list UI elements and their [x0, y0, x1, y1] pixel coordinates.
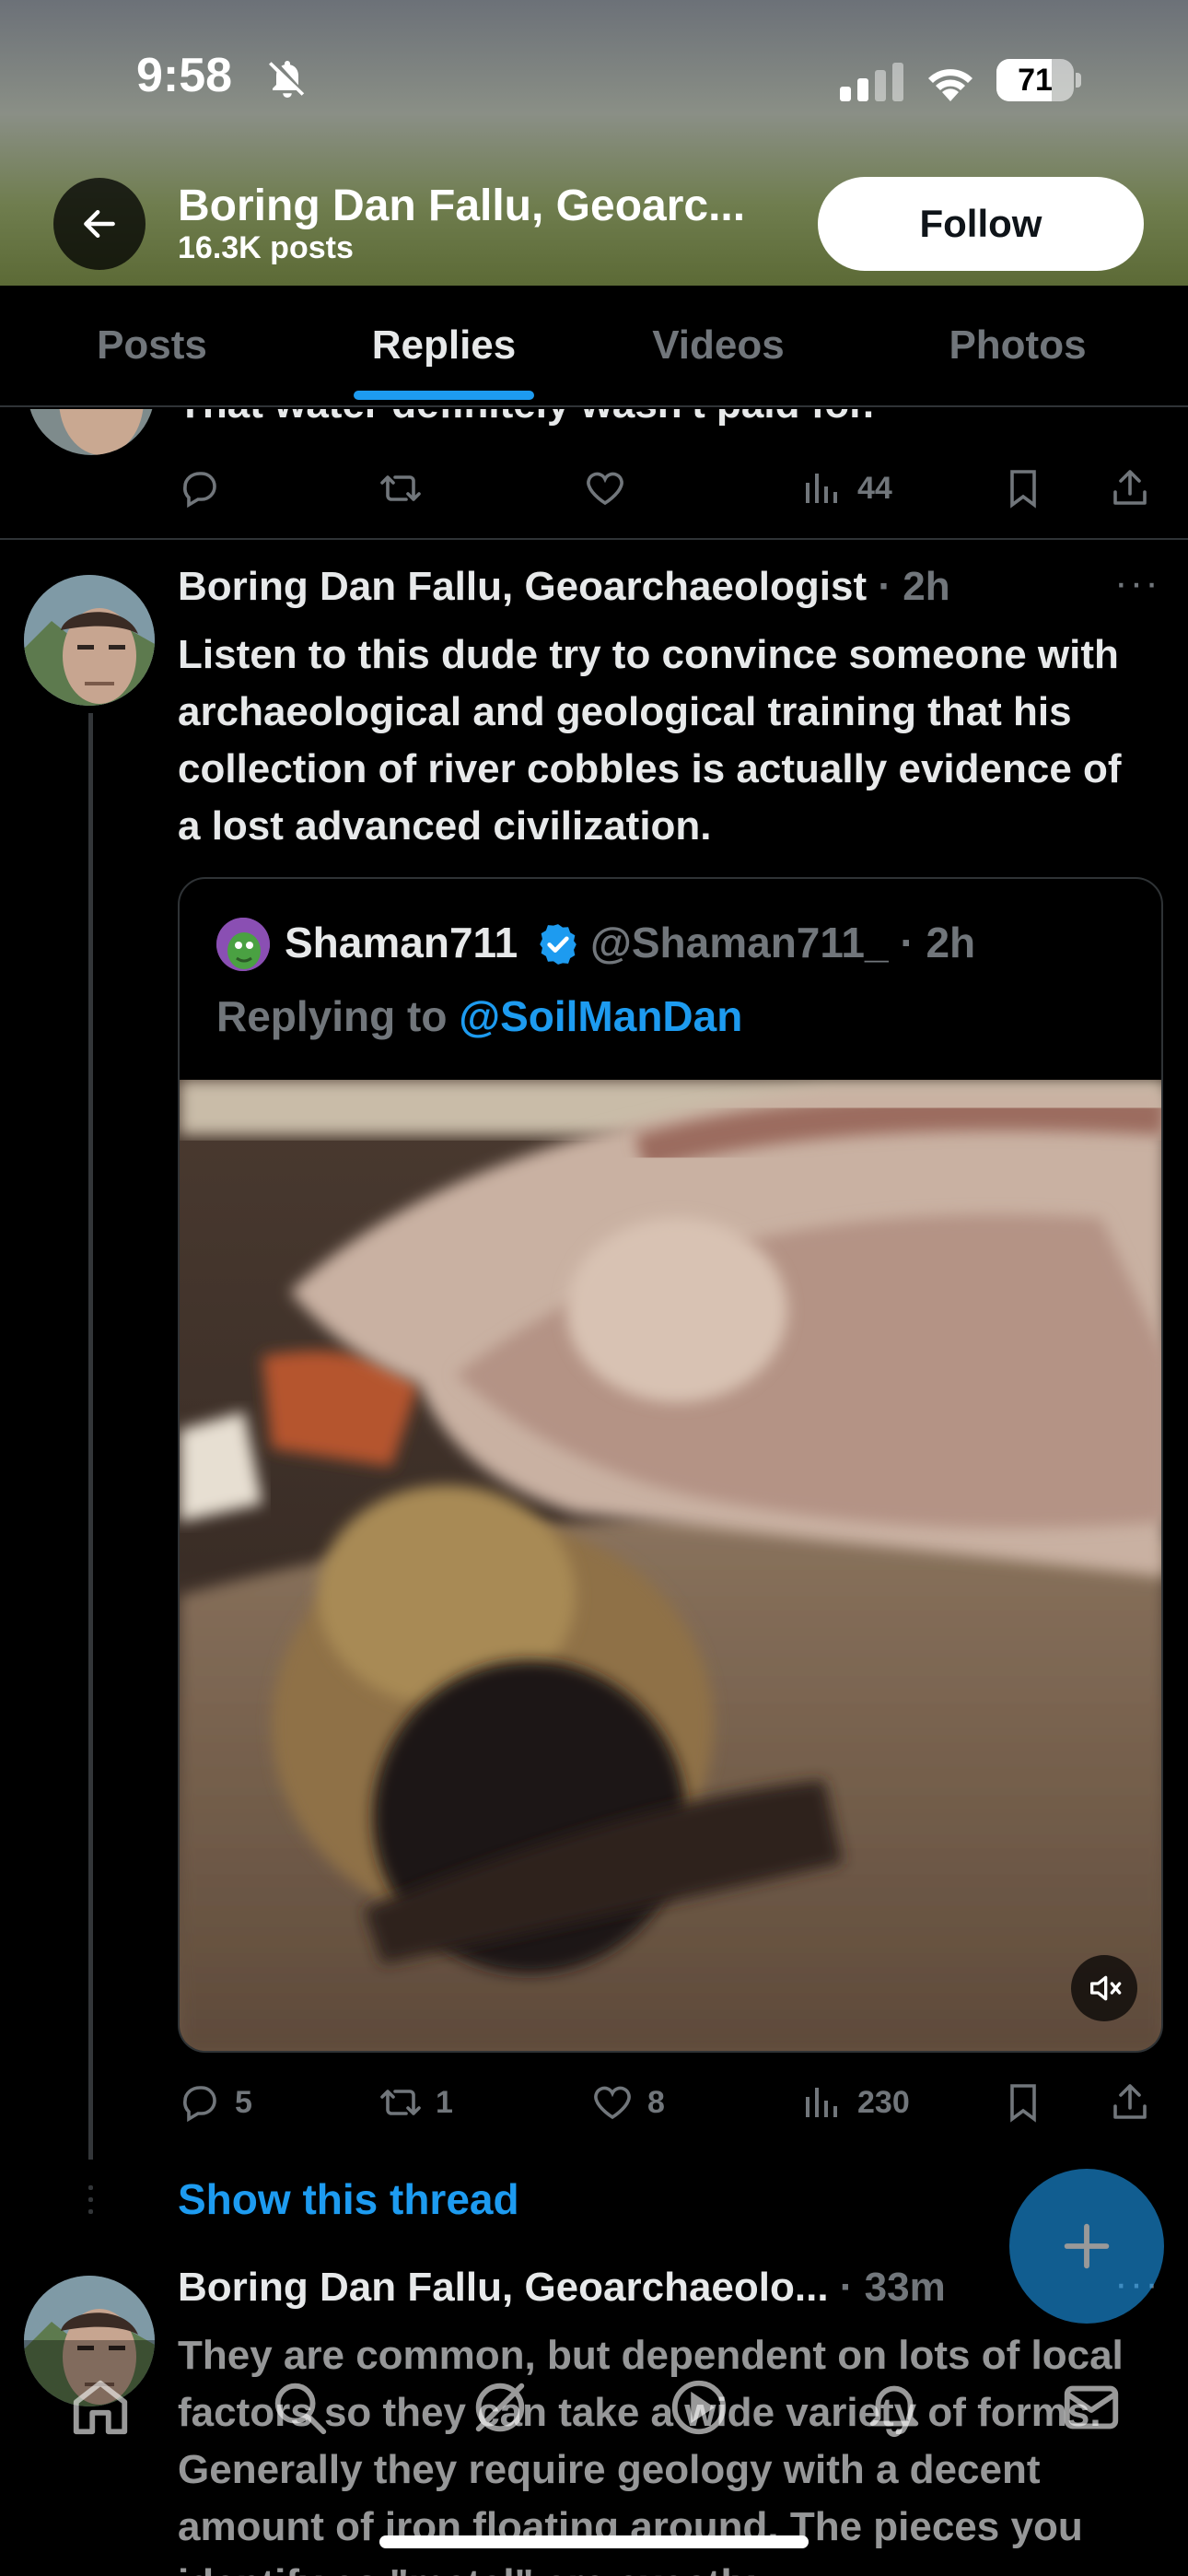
- messages-icon[interactable]: [1059, 2375, 1124, 2440]
- repost-icon: [380, 2090, 421, 2115]
- tab-photos[interactable]: Photos: [903, 286, 1133, 407]
- back-arrow-icon: [84, 209, 115, 239]
- video-player[interactable]: [180, 1080, 1161, 2051]
- post-text: That water definitely wasn't paid for.: [178, 409, 874, 427]
- verified-icon: [540, 924, 577, 965]
- compose-button[interactable]: [1009, 2169, 1164, 2324]
- post-text: Listen to this dude try to convince some…: [178, 632, 1122, 849]
- post-header: Boring Dan Fallu, Geoarchaeolo... · 33m: [178, 2265, 946, 2311]
- share-icon: [1113, 470, 1147, 505]
- quoted-author-handle: @Shaman711_ · 2h: [590, 919, 976, 966]
- search-icon[interactable]: [267, 2375, 332, 2440]
- mute-button[interactable]: [1071, 1955, 1137, 2021]
- more-options-icon[interactable]: ···: [1114, 560, 1160, 606]
- compose-plus-icon: [1064, 2223, 1110, 2269]
- share-button[interactable]: [1108, 2075, 1152, 2130]
- views-button[interactable]: 44: [800, 461, 892, 516]
- reply-button[interactable]: [178, 461, 222, 516]
- avatar[interactable]: [28, 409, 155, 455]
- views-count: 44: [857, 470, 892, 506]
- status-time: 9:58: [136, 49, 233, 102]
- follow-button[interactable]: Follow: [818, 177, 1144, 271]
- thread-line: [88, 713, 93, 2160]
- views-count: 230: [857, 2084, 910, 2120]
- repost-count: 1: [436, 2084, 453, 2120]
- post-time: · 2h: [878, 564, 950, 609]
- video-frame: [180, 1080, 1161, 2051]
- post-count: 16.3K posts: [178, 230, 354, 265]
- replying-to: Replying to @SoilManDan: [216, 991, 742, 1041]
- author-name[interactable]: Boring Dan Fallu, Geoarchaeolo...: [178, 2265, 829, 2310]
- replying-to-label: Replying to: [216, 992, 448, 1040]
- back-button[interactable]: [53, 178, 146, 270]
- home-indicator: [379, 2535, 809, 2548]
- share-button[interactable]: [1108, 461, 1152, 516]
- profile-tabs: Posts Replies Videos Photos: [0, 286, 1188, 407]
- reply-count: 5: [235, 2084, 252, 2120]
- views-icon: [806, 2088, 837, 2117]
- signal-icon: [840, 63, 903, 101]
- battery-percent: 71: [1018, 63, 1053, 98]
- author-name[interactable]: Boring Dan Fallu, Geoarchaeologist: [178, 564, 867, 609]
- tab-posts[interactable]: Posts: [37, 286, 267, 407]
- bookmark-icon: [1010, 470, 1036, 509]
- show-thread-link[interactable]: Show this thread: [178, 2174, 519, 2224]
- spaces-icon[interactable]: [667, 2375, 731, 2440]
- post-header: Boring Dan Fallu, Geoarchaeologist · 2h: [178, 564, 950, 610]
- bookmark-button[interactable]: [1001, 2075, 1045, 2130]
- tab-replies[interactable]: Replies: [324, 286, 564, 407]
- battery-indicator: 71: [996, 59, 1081, 101]
- active-tab-indicator: [354, 391, 534, 400]
- home-icon[interactable]: [68, 2375, 133, 2440]
- wifi-icon: [928, 69, 973, 101]
- divider: [0, 538, 1188, 540]
- post-actions: 44: [178, 461, 1154, 516]
- bookmark-icon: [1010, 2084, 1036, 2123]
- quoted-author-name[interactable]: Shaman711: [285, 918, 518, 967]
- repost-button[interactable]: 1: [379, 2075, 453, 2130]
- thread-dots: [88, 2185, 93, 2221]
- reply-icon: [183, 2086, 216, 2123]
- reply-icon: [183, 472, 216, 509]
- bookmark-button[interactable]: [1001, 461, 1045, 516]
- quoted-author-avatar[interactable]: [216, 918, 270, 971]
- mention-link[interactable]: @SoilManDan: [459, 992, 742, 1040]
- grok-icon[interactable]: [468, 2375, 532, 2440]
- post-time: · 33m: [839, 2265, 946, 2310]
- views-icon: [806, 474, 837, 503]
- mute-icon: [1090, 1975, 1122, 2001]
- repost-icon: [380, 475, 421, 501]
- reply-button[interactable]: 5: [178, 2075, 252, 2130]
- post-actions: 5 1 8 230: [178, 2075, 1154, 2130]
- like-icon: [587, 472, 623, 506]
- repost-button[interactable]: [379, 461, 423, 516]
- like-button[interactable]: 8: [590, 2075, 665, 2130]
- author-avatar[interactable]: [24, 575, 155, 706]
- like-icon: [594, 2086, 631, 2120]
- like-count: 8: [647, 2084, 665, 2120]
- quoted-post[interactable]: Shaman711 @Shaman711_ · 2h Replying to @…: [178, 877, 1163, 2053]
- share-icon: [1113, 2084, 1147, 2119]
- like-button[interactable]: [583, 461, 627, 516]
- views-button[interactable]: 230: [800, 2075, 910, 2130]
- tab-videos[interactable]: Videos: [608, 286, 829, 407]
- bell-slash-icon: [269, 61, 305, 98]
- notifications-icon[interactable]: [862, 2375, 926, 2440]
- profile-name: Boring Dan Fallu, Geoarc...: [178, 181, 746, 230]
